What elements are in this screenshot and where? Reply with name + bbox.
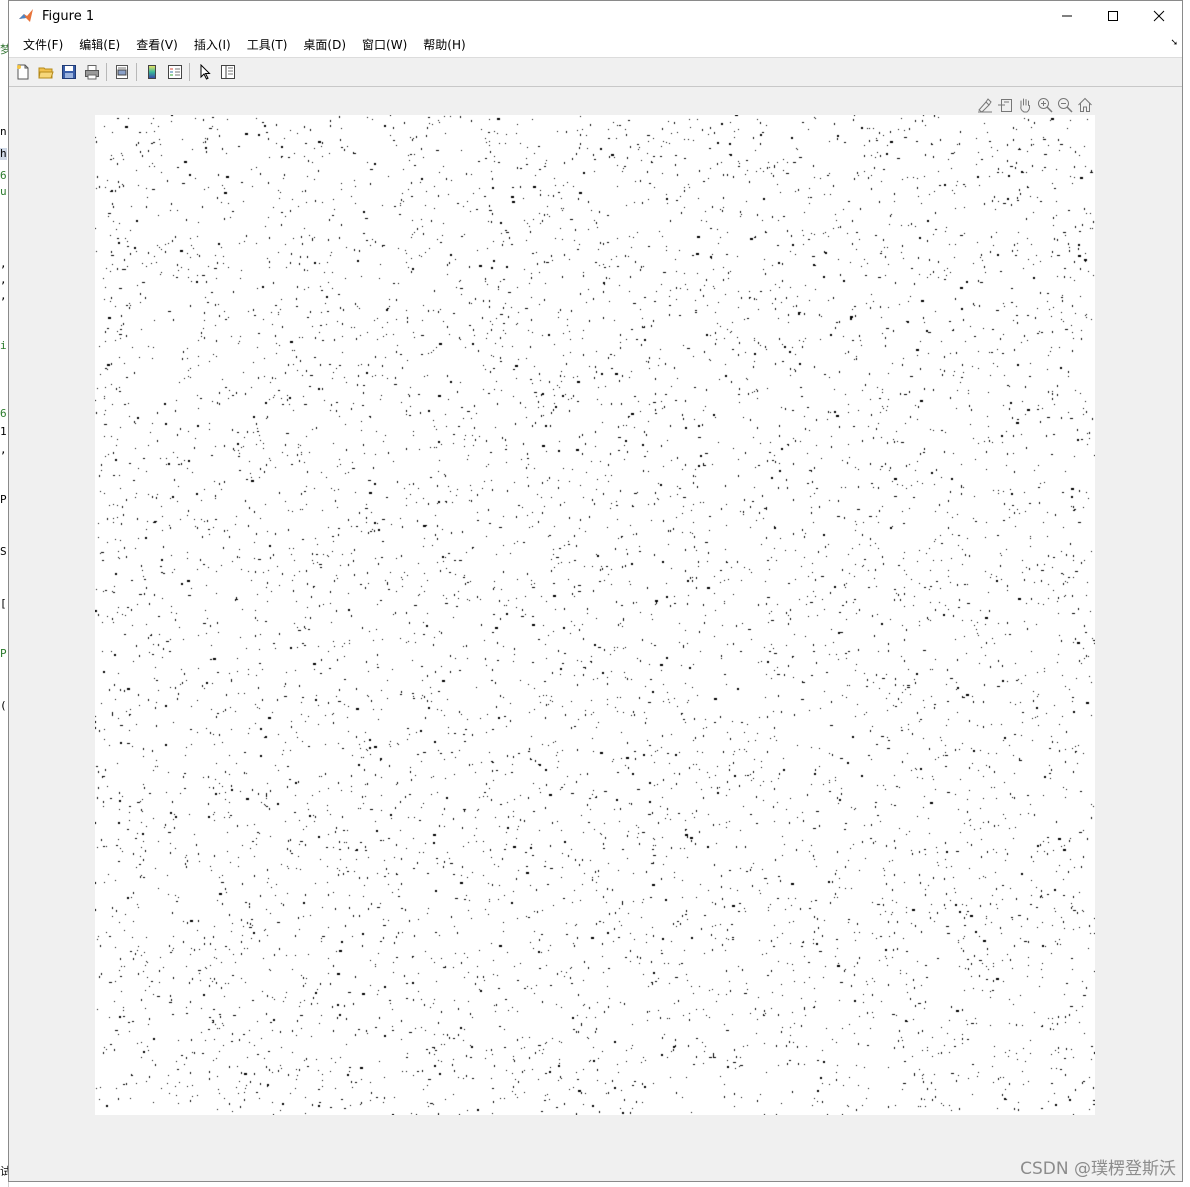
zoom-out-button[interactable] (1055, 95, 1075, 115)
toolbar-separator (136, 63, 137, 81)
binary-noise-image (95, 115, 1095, 1115)
data-tips-icon (998, 99, 1012, 112)
brush-button[interactable] (975, 95, 995, 115)
axes-toolbar (975, 95, 1095, 115)
print-icon (84, 65, 99, 80)
maximize-icon (1108, 11, 1118, 21)
editor-fragment: P (0, 493, 7, 506)
home-icon (1078, 97, 1092, 112)
property-inspector-icon (220, 65, 235, 79)
toolbar-separator (189, 63, 190, 81)
print-preview-button[interactable] (110, 61, 133, 83)
window-title: Figure 1 (42, 8, 95, 24)
menu-file[interactable]: 文件(F) (15, 36, 71, 53)
legend-icon (167, 65, 182, 79)
menu-insert[interactable]: 插入(I) (186, 36, 239, 53)
pan-hand-icon (1020, 98, 1031, 113)
pan-button[interactable] (1015, 95, 1035, 115)
print-preview-icon (115, 65, 128, 79)
save-icon (61, 65, 76, 79)
editor-fragment: P (0, 647, 7, 660)
menu-bar: 文件(F) 编辑(E) 查看(V) 插入(I) 工具(T) 桌面(D) 窗口(W… (9, 31, 1182, 57)
select-arrow-icon (200, 64, 211, 80)
restore-view-button[interactable] (1075, 95, 1095, 115)
window-controls (1044, 1, 1182, 31)
menu-window[interactable]: 窗口(W) (354, 36, 415, 53)
title-bar[interactable]: Figure 1 (9, 1, 1182, 31)
editor-fragment: , (0, 443, 7, 456)
zoom-out-icon (1058, 98, 1073, 113)
editor-fragment: [ (0, 597, 7, 610)
figure-window: Figure 1 文件(F) 编辑(E) 查看(V) 插入(I) 工具(T) 桌… (8, 0, 1183, 1182)
save-button[interactable] (57, 61, 80, 83)
editor-fragment: 6 (0, 407, 7, 420)
toolbar-separator (106, 63, 107, 81)
close-button[interactable] (1136, 1, 1182, 31)
insert-colorbar-button[interactable] (140, 61, 163, 83)
menu-view[interactable]: 查看(V) (128, 36, 186, 53)
print-button[interactable] (80, 61, 103, 83)
zoom-in-icon (1038, 98, 1053, 113)
maximize-button[interactable] (1090, 1, 1136, 31)
editor-fragment: S (0, 545, 7, 558)
watermark-text: CSDN @璞楞登斯沃 (1020, 1159, 1176, 1179)
open-file-button[interactable] (34, 61, 57, 83)
close-icon (1153, 10, 1165, 22)
editor-fragment: , (0, 257, 7, 270)
editor-fragment: 1 (0, 425, 7, 438)
editor-fragment: u (0, 185, 7, 198)
editor-fragment: i (0, 339, 7, 352)
editor-fragment: , (0, 289, 7, 302)
editor-fragment: 6 (0, 169, 7, 182)
insert-legend-button[interactable] (163, 61, 186, 83)
editor-fragment: , (0, 273, 7, 286)
edit-plot-button[interactable] (193, 61, 216, 83)
minimize-icon (1062, 15, 1072, 17)
minimize-button[interactable] (1044, 1, 1090, 31)
property-inspector-button[interactable] (216, 61, 239, 83)
brush-icon (978, 98, 992, 113)
menu-tools[interactable]: 工具(T) (239, 36, 296, 53)
menu-desktop[interactable]: 桌面(D) (295, 36, 354, 53)
figure-toolbar (9, 57, 1182, 87)
menu-help[interactable]: 帮助(H) (415, 36, 473, 53)
editor-fragment: ( (0, 699, 7, 712)
menu-edit[interactable]: 编辑(E) (71, 36, 128, 53)
colorbar-icon (147, 65, 156, 79)
data-tips-button[interactable] (995, 95, 1015, 115)
matlab-icon (18, 8, 34, 24)
new-figure-button[interactable] (11, 61, 34, 83)
open-file-icon (37, 67, 54, 79)
editor-fragment: h (0, 147, 7, 160)
dock-arrow-icon[interactable]: ➘ (1170, 38, 1178, 48)
new-figure-icon (16, 64, 28, 80)
zoom-in-button[interactable] (1035, 95, 1055, 115)
image-axes[interactable] (95, 115, 1095, 1115)
editor-fragment: n (0, 125, 7, 138)
